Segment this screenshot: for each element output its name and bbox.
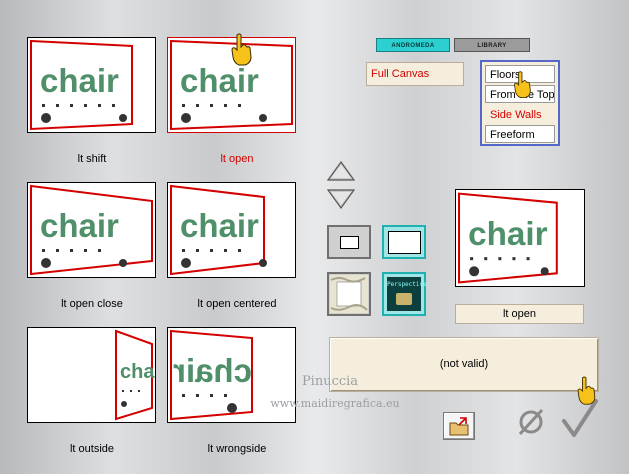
watermark-name: Pinuccia bbox=[301, 374, 359, 389]
perspective-mode-button[interactable]: Perspective bbox=[382, 272, 427, 316]
thumbnail-preview-image: chair bbox=[115, 329, 155, 421]
cancel-icon[interactable] bbox=[514, 405, 548, 439]
chair-text: chair bbox=[120, 361, 155, 383]
thumbnail-caption: lt outside bbox=[69, 443, 115, 455]
thumbnail-preview-image: chair bbox=[170, 184, 267, 276]
thumbnail-caption: lt shift bbox=[77, 153, 107, 165]
chair-text: chair bbox=[180, 62, 259, 99]
hand-pointer-icon bbox=[577, 376, 596, 405]
preview-canvas: chair bbox=[458, 192, 558, 284]
chair-text: chair bbox=[180, 207, 259, 244]
preview-name-field: lt open bbox=[455, 304, 584, 324]
category-field[interactable]: Full Canvas bbox=[366, 62, 464, 86]
preview-name: lt open bbox=[502, 308, 537, 320]
thumbnail-lt-outside[interactable]: chair bbox=[27, 327, 156, 423]
thumbnail-caption: lt open bbox=[220, 153, 254, 165]
hand-pointer-icon bbox=[514, 71, 531, 98]
tab-library[interactable]: LIBRARY bbox=[454, 38, 530, 52]
thumbnail-lt-shift[interactable]: chair bbox=[27, 37, 156, 133]
subcategory-item-freeform[interactable]: Freeform bbox=[485, 125, 555, 143]
thumbnail-lt-open-centered[interactable]: chair bbox=[167, 182, 296, 278]
watermark-url: www.maidiregrafica.eu bbox=[270, 397, 400, 410]
category-value: Full Canvas bbox=[371, 68, 430, 80]
thumbnail-preview-image: chair bbox=[30, 184, 153, 276]
tab-andromeda[interactable]: ANDROMEDA bbox=[376, 38, 450, 52]
thumbnail-caption: lt wrongside bbox=[207, 443, 267, 455]
arrow-down-icon[interactable] bbox=[326, 188, 356, 210]
perspective-label: Perspective bbox=[387, 281, 427, 288]
hand-pointer-icon bbox=[231, 33, 252, 66]
small-frame-icon bbox=[340, 236, 359, 249]
preview-image: chair bbox=[455, 189, 585, 287]
thumbnail-caption: lt open centered bbox=[197, 298, 277, 310]
chair-text: chair bbox=[40, 207, 119, 244]
full-frame-mode-button[interactable] bbox=[382, 225, 426, 259]
texture-mode-button[interactable] bbox=[327, 272, 371, 316]
open-folder-icon bbox=[449, 417, 469, 436]
chair-text: chair bbox=[40, 62, 119, 99]
thumbnail-caption: lt open close bbox=[61, 298, 123, 310]
texture-icon bbox=[330, 275, 368, 313]
thumbnail-preview-image: chair bbox=[30, 39, 133, 131]
full-frame-icon bbox=[388, 231, 421, 254]
arrow-up-icon[interactable] bbox=[326, 160, 356, 182]
thumbnail-lt-open-close[interactable]: chair bbox=[27, 182, 156, 278]
open-folder-button[interactable] bbox=[443, 412, 475, 440]
chair-text: chair bbox=[468, 216, 548, 253]
small-frame-mode-button[interactable] bbox=[327, 225, 371, 259]
subcategory-item-side-walls[interactable]: Side Walls bbox=[485, 105, 555, 123]
chair-text-mirrored: chair bbox=[173, 352, 252, 389]
perspective-image: Perspective bbox=[387, 277, 427, 311]
